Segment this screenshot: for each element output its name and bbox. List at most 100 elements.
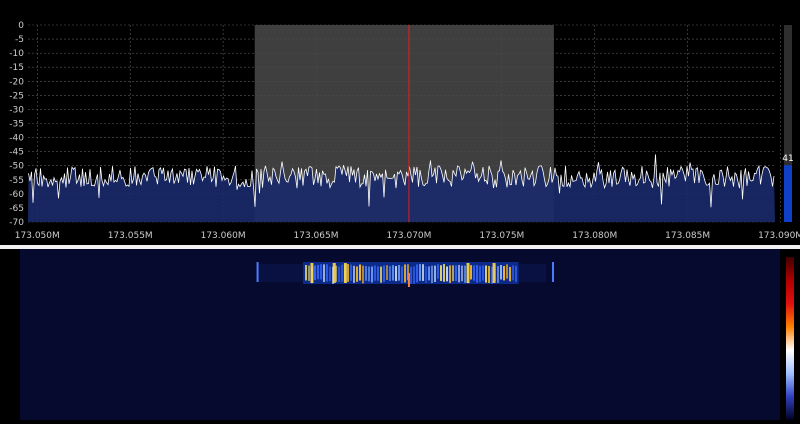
signal-column [506,264,509,279]
signal-column [374,265,377,281]
signal-column [350,264,353,281]
waterfall-panel[interactable] [0,249,800,420]
signal-peak [332,263,336,283]
signal-column [452,265,455,282]
signal-column [434,265,437,282]
signal-column [509,266,512,282]
signal-column [404,264,407,283]
signal-column [365,266,368,281]
signal-column [449,265,452,283]
x-tick-label: 173.060M [201,231,246,241]
signal-column [359,264,362,281]
signal-column [356,266,359,282]
signal-column [413,266,416,284]
edge-carrier [256,262,259,282]
y-tick-label: -55 [9,176,24,186]
signal-column [470,265,473,280]
x-tick-label: 173.075M [479,231,524,241]
x-tick-label: 173.065M [294,231,339,241]
signal-column [326,264,329,282]
signal-column [428,266,431,281]
signal-column [458,264,461,283]
y-tick-label: -15 [9,63,24,73]
y-tick-label: -5 [15,35,24,45]
y-tick-label: -60 [9,190,24,200]
signal-column [500,265,503,280]
signal-column [431,265,434,284]
y-tick-label: -40 [9,134,24,144]
level-meter-fill [784,165,792,222]
signal-column [461,265,464,282]
signal-column [497,266,500,283]
signal-column [437,264,440,279]
y-axis-ticks: 0 -5 -10 -15 -20 -25 -30 -35 -40 -45 -50 -55 -60 -65 -… [9,21,24,228]
signal-column [503,265,506,281]
y-tick-label: 0 [18,21,24,31]
y-tick-label: -70 [9,218,24,228]
signal-column [392,265,395,281]
signal-column [395,266,398,282]
signal-peak [466,263,470,283]
signal-column [371,266,374,283]
signal-column [341,264,344,282]
signal-column [416,264,419,283]
signal-column [314,265,317,281]
signal-column [482,265,485,281]
y-tick-label: -30 [9,105,24,115]
level-meter-value: 41 [782,154,793,164]
y-tick-label: -45 [9,148,24,158]
waterfall-plot[interactable] [0,249,800,420]
signal-column [488,266,491,284]
signal-column [464,265,467,283]
signal-column [485,265,488,283]
y-tick-label: -35 [9,120,24,130]
signal-column [398,264,401,281]
signal-column [305,264,308,281]
signal-column [440,265,443,281]
edge-carrier [552,262,555,282]
signal-column [377,266,380,281]
y-tick-label: -20 [9,77,24,87]
signal-column [353,265,356,283]
signal-column [419,264,422,281]
signal-peak [343,263,347,283]
signal-column [347,264,350,282]
signal-column [323,264,326,283]
x-tick-label: 173.050M [15,231,60,241]
signal-column [320,264,323,280]
signal-column [512,265,515,281]
spectrum-panel[interactable]: 0 -5 -10 -15 -20 -25 -30 -35 -40 -45 -50 -55 -60 -65 -… [0,0,800,245]
signal-peak [492,263,496,283]
signal-column [368,266,371,282]
x-tick-label: 173.085M [665,231,710,241]
signal-column [422,264,425,281]
signal-column [443,264,446,282]
y-tick-label: -25 [9,91,24,101]
spectrum-plot[interactable]: 0 -5 -10 -15 -20 -25 -30 -35 -40 -45 -50 -55 -60 -65 -… [0,0,800,245]
waterfall-center-mark [407,273,410,287]
signal-column [479,265,482,283]
x-axis-ticks: 173.050M 173.055M 173.060M 173.065M 173.070M… [15,231,800,241]
signal-column [383,265,386,282]
x-tick-label: 173.070M [386,231,431,241]
x-tick-label: 173.080M [572,231,617,241]
signal-column [455,265,458,282]
signal-column [308,265,311,281]
signal-column [446,266,449,282]
signal-column [389,266,392,282]
waterfall-left-strip [0,249,20,420]
signal-column [380,266,383,283]
signal-column [515,265,518,282]
signal-column [338,266,341,283]
y-tick-label: -65 [9,204,24,214]
signal-column [476,265,479,283]
signal-column [317,264,320,280]
y-tick-label: -50 [9,162,24,172]
signal-column [401,266,404,283]
waterfall-gradient-bar[interactable] [786,257,794,420]
x-tick-label: 173.090M [758,231,800,241]
y-tick-label: -10 [9,49,24,59]
signal-peak [310,263,314,283]
signal-column [425,266,428,283]
signal-column [410,266,413,284]
